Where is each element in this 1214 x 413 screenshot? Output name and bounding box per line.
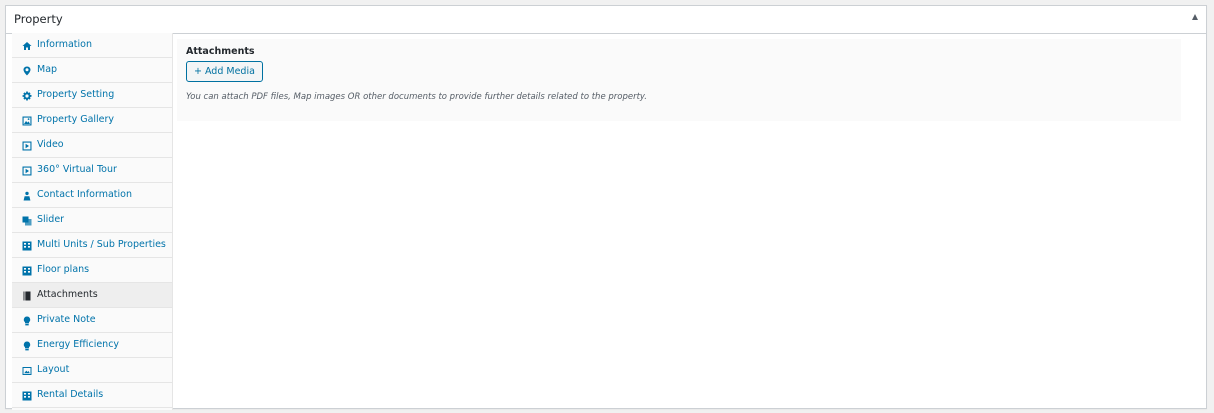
tab-label: Property Gallery: [37, 114, 115, 125]
tab-label: Private Note: [37, 314, 96, 325]
arrow-up-icon[interactable]: [1192, 14, 1198, 20]
tab-label: Multi Units / Sub Properties: [37, 239, 166, 250]
attachments-panel: Attachments + Add Media You can attach P…: [177, 39, 1181, 121]
tab-slider[interactable]: Slider: [12, 208, 172, 233]
tab-property-gallery[interactable]: Property Gallery: [12, 108, 172, 133]
tab-multi-units-sub-properties[interactable]: Multi Units / Sub Properties: [12, 233, 172, 258]
slider-icon: [22, 216, 32, 226]
video-icon: [22, 141, 32, 151]
contacts-icon: [22, 191, 32, 201]
tab-energy-efficiency[interactable]: Energy Efficiency: [12, 333, 172, 358]
attachments-description: You can attach PDF files, Map images OR …: [186, 92, 647, 102]
tab-label: Contact Information: [37, 189, 132, 200]
gear-icon: [22, 91, 32, 101]
location-pin-icon: [22, 66, 32, 76]
tab-label: Layout: [37, 364, 70, 375]
add-media-button[interactable]: + Add Media: [186, 61, 263, 82]
building-icon: [22, 241, 32, 251]
metabox-header[interactable]: Property: [6, 6, 1206, 34]
tab-video[interactable]: Video: [12, 133, 172, 158]
tab-information[interactable]: Information: [12, 33, 172, 58]
attachments-heading: Attachments: [186, 46, 255, 57]
tab-label: Energy Efficiency: [37, 339, 120, 350]
tab-label: Attachments: [37, 289, 98, 300]
tab-map[interactable]: Map: [12, 58, 172, 83]
property-metabox: Property Information Map Property Setting P…: [5, 5, 1207, 410]
tab-label: Information: [37, 39, 92, 50]
video-icon: [22, 166, 32, 176]
tab-label: Slider: [37, 214, 65, 225]
tab-label: Map: [37, 64, 58, 75]
tab-list: Information Map Property Setting Property G…: [12, 33, 173, 410]
tab-label: Video: [37, 139, 64, 150]
tab-label: Floor plans: [37, 264, 90, 275]
gallery-icon: [22, 116, 32, 126]
layout-icon: [22, 366, 32, 376]
lightbulb-icon: [22, 341, 32, 351]
tab-360-virtual-tour[interactable]: 360° Virtual Tour: [12, 158, 172, 183]
building-icon: [22, 391, 32, 401]
tab-private-note[interactable]: Private Note: [12, 308, 172, 333]
tab-floor-plans[interactable]: Floor plans: [12, 258, 172, 283]
tab-property-setting[interactable]: Property Setting: [12, 83, 172, 108]
metabox-title: Property: [14, 12, 63, 26]
book-icon: [22, 291, 32, 301]
tab-layout[interactable]: Layout: [12, 358, 172, 383]
building-icon: [22, 266, 32, 276]
tab-contact-information[interactable]: Contact Information: [12, 183, 172, 208]
tab-label: Rental Details: [37, 389, 104, 400]
tab-label: 360° Virtual Tour: [37, 164, 117, 175]
lightbulb-icon: [22, 316, 32, 326]
tab-label: Property Setting: [37, 89, 115, 100]
tab-attachments[interactable]: Attachments: [12, 283, 172, 308]
home-icon: [22, 41, 32, 51]
tab-rental-details[interactable]: Rental Details: [12, 383, 172, 408]
